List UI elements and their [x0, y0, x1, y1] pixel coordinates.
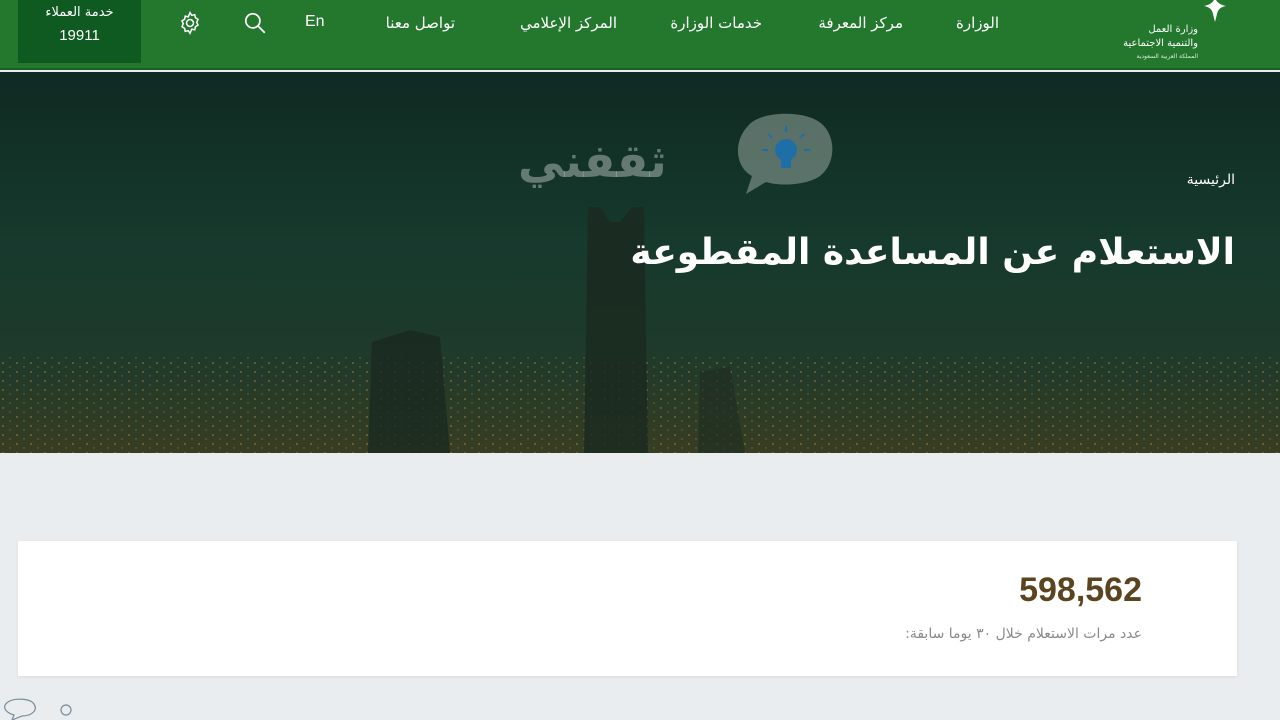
nav-link-services[interactable]: خدمات الوزارة — [670, 14, 762, 32]
palm-emblem-icon — [1200, 0, 1230, 24]
lightbulb-bubble-icon — [728, 112, 838, 196]
nav-link-media-center[interactable]: المركز الإعلامي — [520, 14, 617, 32]
logo-text-line-3: المملكة العربية السعودية — [1136, 53, 1198, 60]
search-icon[interactable] — [242, 10, 268, 36]
page-title: الاستعلام عن المساعدة المقطوعة — [630, 232, 1235, 273]
customer-service-box[interactable]: خدمة العملاء 19911 — [18, 0, 141, 63]
watermark-corner-icon — [0, 698, 90, 720]
inquiry-count-value: 598,562 — [1019, 571, 1142, 609]
breadcrumb-home[interactable]: الرئيسية — [1187, 172, 1235, 188]
thaqafni-watermark: ثقفني — [518, 112, 838, 212]
stats-card: 598,562 عدد مرات الاستعلام خلال ٣٠ يوما … — [18, 541, 1237, 676]
logo-text-line-1: وزارة العمل — [1148, 24, 1198, 35]
nav-link-knowledge-center[interactable]: مركز المعرفة — [818, 14, 903, 32]
gear-icon[interactable] — [177, 10, 203, 36]
hero-banner: ثقفني الرئيسية الاستعلام عن المساعدة الم… — [0, 72, 1280, 453]
top-navigation-bar: خدمة العملاء 19911 En تواصل معنا المركز … — [0, 0, 1280, 70]
inquiry-count-label: عدد مرات الاستعلام خلال ٣٠ يوما سابقة: — [905, 626, 1142, 642]
nav-link-contact[interactable]: تواصل معنا — [386, 14, 455, 32]
customer-service-number[interactable]: 19911 — [18, 20, 141, 44]
nav-link-ministry[interactable]: الوزارة — [956, 14, 999, 32]
language-toggle[interactable]: En — [305, 13, 325, 31]
logo-text-line-2: والتنمية الاجتماعية — [1123, 38, 1198, 49]
watermark-text: ثقفني — [518, 134, 667, 188]
ministry-logo[interactable]: وزارة العمل والتنمية الاجتماعية المملكة … — [1123, 0, 1230, 66]
customer-service-title: خدمة العملاء — [45, 5, 114, 20]
